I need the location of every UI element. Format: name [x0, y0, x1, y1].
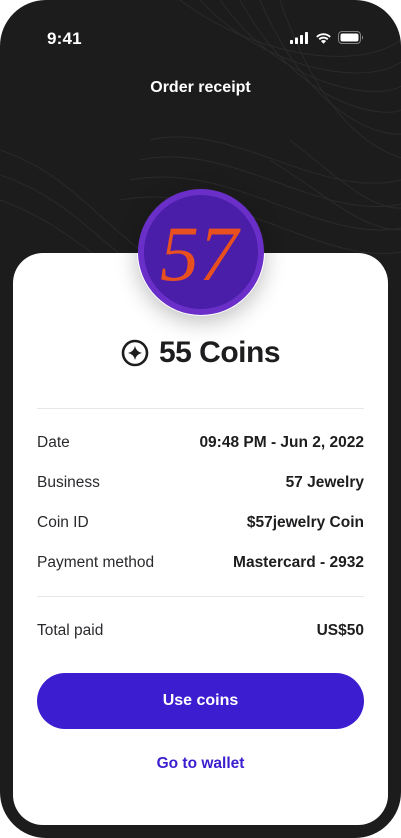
- status-icons: [290, 31, 365, 44]
- business-logo-text: 57: [160, 210, 241, 297]
- battery-icon: [338, 31, 364, 44]
- detail-row-business: Business 57 Jewelry: [37, 471, 364, 495]
- detail-row-coin-id: Coin ID $57jewelry Coin: [37, 511, 364, 535]
- coins-amount: 55 Coins: [158, 336, 281, 369]
- page-title: Order receipt: [150, 79, 251, 96]
- coins-summary: 55 Coins: [0, 336, 401, 370]
- detail-value: 09:48 PM - Jun 2, 2022: [199, 434, 364, 451]
- status-bar: 9:41: [0, 0, 401, 60]
- detail-value: 57 Jewelry: [285, 474, 364, 491]
- detail-row-date: Date 09:48 PM - Jun 2, 2022: [37, 431, 364, 455]
- business-logo: 57: [138, 189, 264, 315]
- detail-label: Date: [37, 434, 70, 451]
- status-time: 9:41: [47, 29, 82, 48]
- go-to-wallet-link[interactable]: Go to wallet: [0, 755, 401, 773]
- total-row: Total paid US$50: [37, 619, 364, 643]
- total-value: US$50: [316, 622, 364, 639]
- total-label: Total paid: [37, 622, 104, 639]
- detail-label: Coin ID: [37, 514, 89, 531]
- divider-bottom: [37, 596, 364, 597]
- detail-value: $57jewelry Coin: [246, 514, 364, 531]
- coin-star-icon: [121, 339, 149, 367]
- detail-label: Business: [37, 474, 100, 491]
- detail-row-payment-method: Payment method Mastercard - 2932: [37, 551, 364, 575]
- use-coins-button[interactable]: Use coins: [37, 673, 364, 729]
- phone-screen: 9:41 Order receipt 57 55 Coins Date 09:4…: [0, 0, 401, 838]
- detail-label: Payment method: [37, 554, 155, 571]
- wifi-icon: [316, 32, 331, 44]
- cellular-signal-icon: [290, 31, 308, 44]
- divider-top: [37, 408, 364, 409]
- detail-value: Mastercard - 2932: [233, 554, 364, 571]
